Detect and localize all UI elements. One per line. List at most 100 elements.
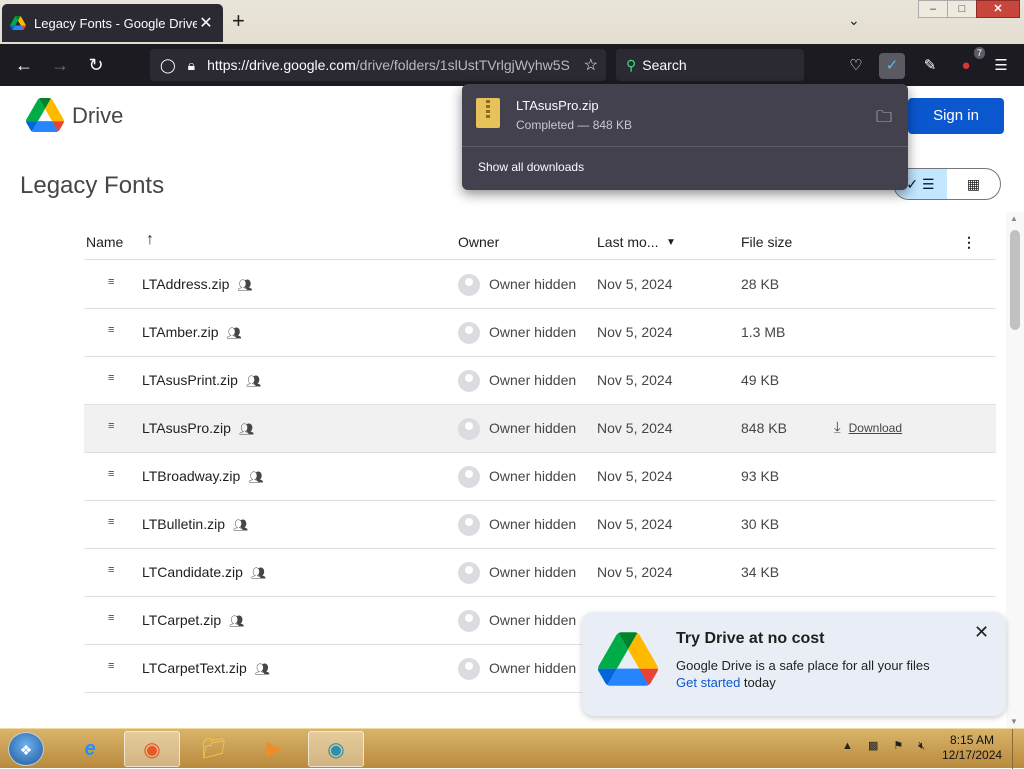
column-owner: Owner [458,234,500,250]
url-text[interactable]: https://drive.google.com/drive/folders/1… [207,57,573,73]
maximize-button[interactable]: □ [947,0,977,18]
back-arrow-icon[interactable]: ← [10,51,38,79]
system-tray[interactable]: ▲ ▩ ⚑ 🔇︎ [842,739,931,753]
url-path: /drive/folders/1slUstTVrlgjWyhw5S [355,57,570,73]
clock[interactable]: 8:15 AM 12/17/2024 [942,733,1002,763]
table-row[interactable]: ≡ LTAmber.zip 👥︎ Owner hidden Nov 5, 2024… [84,309,996,357]
sort-arrow-up-icon[interactable]: ↑ [146,231,154,249]
last-modified: Nov 5, 2024 [597,276,673,292]
bookmark-star-icon[interactable]: ☆ [584,55,598,75]
avatar [458,562,480,584]
avatar [458,610,480,632]
more-options-icon[interactable]: ⋮ [962,234,976,251]
show-desktop-button[interactable] [1012,729,1024,769]
tab-strip: Legacy Fonts - Google Drive ✕ + ⌄ – □ ✕ [0,0,1024,44]
shared-icon: 👥︎ [248,470,264,484]
start-button[interactable]: ❖ [8,732,44,766]
file-name: LTCarpet.zip 👥︎ [142,612,245,628]
download-status: Completed — 848 KB [516,118,633,132]
panel-divider [462,146,908,147]
promo-title: Try Drive at no cost [676,630,825,647]
owner: Owner hidden [489,372,577,388]
last-modified: Nov 5, 2024 [597,468,673,484]
search-engine-icon: ⚲ [626,56,637,73]
grid-view-icon[interactable]: ▦ [947,169,1000,199]
windows-taskbar: ❖ e ◉ 📁︎ ▶ ◉ ▲ ▩ ⚑ 🔇︎ 8:15 AM 12/17/2024 [0,728,1024,769]
zip-file-icon: ≡ [108,372,115,384]
table-row[interactable]: ≡ LTBulletin.zip 👥︎ Owner hidden Nov 5, 2… [84,501,996,549]
file-size: 34 KB [741,564,780,580]
table-row[interactable]: ≡ LTAsusPrint.zip 👥︎ Owner hidden Nov 5, … [84,357,996,405]
file-explorer-icon[interactable]: 📁︎ [186,731,242,767]
search-input[interactable]: ⚲ Search [616,49,804,81]
owner: Owner hidden [489,564,577,580]
tab-title: Legacy Fonts - Google Drive [34,15,197,31]
sort-dropdown-icon[interactable]: ▼ [666,237,676,248]
list-all-tabs-chevron-icon[interactable]: ⌄ [848,12,860,29]
extensions-icon[interactable]: ✎ [917,53,943,79]
zip-file-icon: ≡ [108,564,115,576]
chat-app-icon[interactable]: ◉ [308,731,364,767]
internet-explorer-icon[interactable]: e [62,731,118,767]
shield-icon[interactable]: ◯ [160,57,176,74]
promo-body: Google Drive is a safe place for all you… [676,658,930,673]
url-bar[interactable]: ◯ 🔒︎ https://drive.google.com/drive/fold… [150,49,606,81]
menu-hamburger-icon[interactable]: ☰ [988,53,1014,79]
file-name: LTAsusPrint.zip 👥︎ [142,372,262,388]
column-last-modified[interactable]: Last mo... [597,234,658,250]
tab-google-drive[interactable]: Legacy Fonts - Google Drive ✕ [2,4,223,42]
google-drive-logo-icon [598,632,658,686]
avatar [458,322,480,344]
table-row[interactable]: ≡ LTCandidate.zip 👥︎ Owner hidden Nov 5, … [84,549,996,597]
zip-file-icon: ≡ [108,468,115,480]
last-modified: Nov 5, 2024 [597,372,673,388]
get-started-link[interactable]: Get started [676,675,740,690]
open-folder-icon[interactable]: 🗀︎ [876,106,892,133]
table-row[interactable]: ≡ LTBroadway.zip 👥︎ Owner hidden Nov 5, 2… [84,453,996,501]
avatar [458,514,480,536]
google-drive-logo-icon[interactable] [26,98,64,132]
pocket-icon[interactable]: ♡ [843,53,869,79]
reload-icon[interactable]: ↻ [82,51,110,79]
new-tab-button[interactable]: + [232,10,245,32]
shared-icon: 👥︎ [226,326,242,340]
shared-icon: 👥︎ [245,374,262,388]
file-name: LTCandidate.zip 👥︎ [142,564,267,580]
downloads-icon[interactable]: ✓ [879,53,905,79]
close-icon[interactable]: ✕ [974,622,989,643]
scrollbar-thumb[interactable] [1010,230,1020,330]
show-all-downloads-button[interactable]: Show all downloads [478,160,584,174]
scroll-down-icon[interactable]: ▼ [1010,717,1018,726]
download-file-name[interactable]: LTAsusPro.zip [516,98,599,113]
avatar [458,466,480,488]
download-icon: ⤓ [834,419,841,436]
page-title: Legacy Fonts [20,172,165,199]
file-size: 848 KB [741,420,787,436]
download-button[interactable]: ⤓ Download [834,419,902,436]
firefox-icon[interactable]: ◉ [124,731,180,767]
zip-file-icon: ≡ [108,612,115,624]
table-row[interactable]: ≡ LTAsusPro.zip 👥︎ Owner hidden Nov 5, 20… [84,405,996,453]
shared-icon: 👥︎ [254,662,271,676]
page-scrollbar[interactable]: ▲ ▼ [1006,212,1024,728]
file-name: LTBulletin.zip 👥︎ [142,516,249,532]
zip-file-icon: ≡ [108,516,115,528]
addon-icon[interactable]: ● 7 [953,47,985,79]
forward-arrow-icon[interactable]: → [46,51,74,79]
tab-close-icon[interactable]: ✕ [197,13,215,33]
sign-in-button[interactable]: Sign in [908,98,1004,134]
media-player-icon[interactable]: ▶ [246,731,302,767]
last-modified: Nov 5, 2024 [597,324,673,340]
scroll-up-icon[interactable]: ▲ [1010,214,1018,223]
navigation-toolbar: ← → ↻ ◯ 🔒︎ https://drive.google.com/driv… [0,44,1024,86]
lock-icon[interactable]: 🔒︎ [188,57,195,74]
drive-brand-text[interactable]: Drive [72,103,123,129]
zip-file-icon: ≡ [108,324,115,336]
table-row[interactable]: ≡ LTAddress.zip 👥︎ Owner hidden Nov 5, 20… [84,261,996,309]
owner: Owner hidden [489,420,577,436]
shared-icon: 👥︎ [238,422,255,436]
window-close-button[interactable]: ✕ [976,0,1020,18]
download-label: Download [848,421,903,435]
column-name[interactable]: Name [86,234,123,250]
minimize-button[interactable]: – [918,0,948,18]
